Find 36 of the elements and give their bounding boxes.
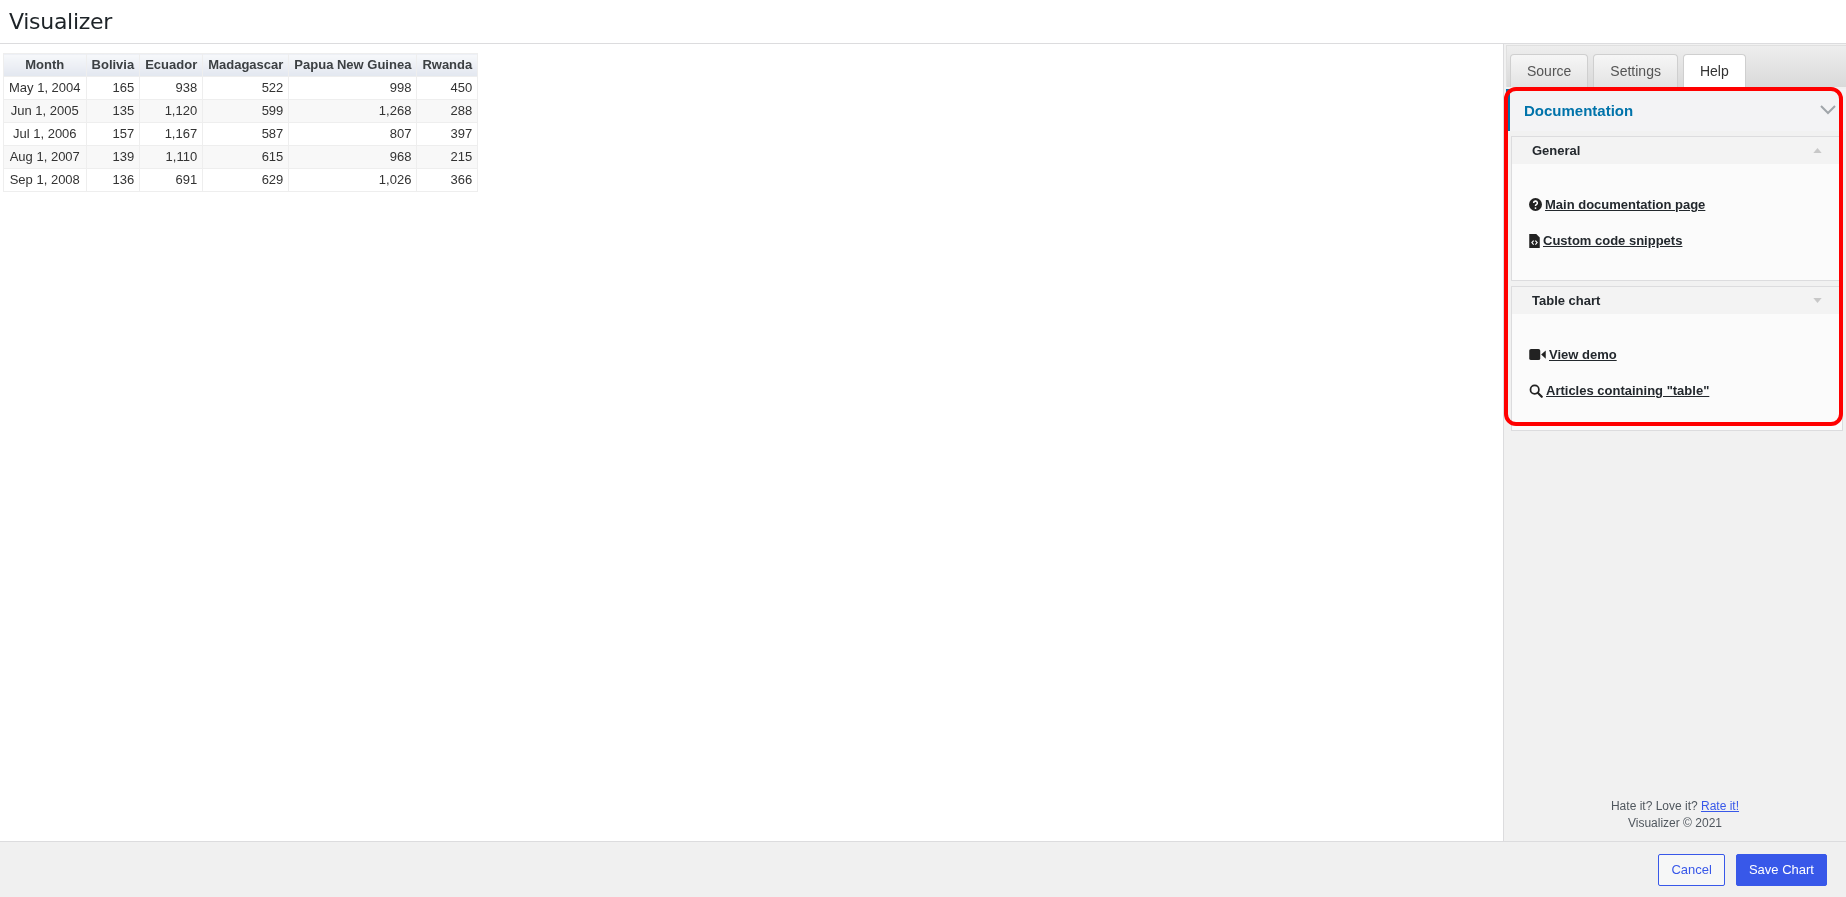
table-cell: 998 — [288, 76, 417, 100]
table-cell: 968 — [288, 145, 417, 169]
accordion-header[interactable]: Documentation — [1506, 89, 1846, 131]
doc-link[interactable]: Articles containing "table" — [1546, 383, 1710, 398]
column-header: Rwanda — [416, 53, 478, 77]
doc-link[interactable]: Custom code snippets — [1543, 233, 1683, 248]
tab[interactable]: Settings — [1593, 54, 1678, 87]
help-icon — [1529, 198, 1542, 211]
table-cell: 1,026 — [288, 168, 417, 192]
rate-link[interactable]: Rate it! — [1701, 799, 1740, 813]
tab[interactable]: Help — [1682, 54, 1746, 87]
copyright-text: Visualizer © 2021 — [1627, 815, 1723, 832]
table-cell: Sep 1, 2008 — [3, 168, 87, 192]
column-header: Bolivia — [86, 53, 140, 77]
column-header: Ecuador — [139, 53, 203, 77]
search-icon — [1529, 383, 1543, 398]
table-cell: 807 — [288, 122, 417, 146]
cancel-button[interactable]: Cancel — [1658, 853, 1725, 886]
video-camera-icon — [1529, 349, 1546, 360]
save-button[interactable]: Save Chart — [1735, 853, 1827, 886]
column-header: Papua New Guinea — [288, 53, 417, 77]
page-title: Visualizer — [9, 9, 112, 34]
tab[interactable]: Source — [1510, 54, 1589, 87]
doc-link[interactable]: View demo — [1549, 347, 1617, 362]
table-cell: 1,268 — [288, 99, 417, 123]
feedback-text: Hate it? Love it? Rate it! — [1609, 798, 1741, 815]
table-cell: May 1, 2004 — [3, 76, 87, 100]
table-cell: Jul 1, 2006 — [3, 122, 87, 146]
table-cell: Jun 1, 2005 — [3, 99, 87, 123]
table-cell: Aug 1, 2007 — [3, 145, 87, 169]
code-file-icon — [1529, 233, 1540, 248]
section-header[interactable]: General — [1512, 137, 1842, 164]
section-header[interactable]: Table chart — [1512, 287, 1842, 314]
doc-link[interactable]: Main documentation page — [1545, 197, 1706, 212]
column-header: Month — [3, 53, 87, 77]
column-header: Madagascar — [202, 53, 289, 77]
